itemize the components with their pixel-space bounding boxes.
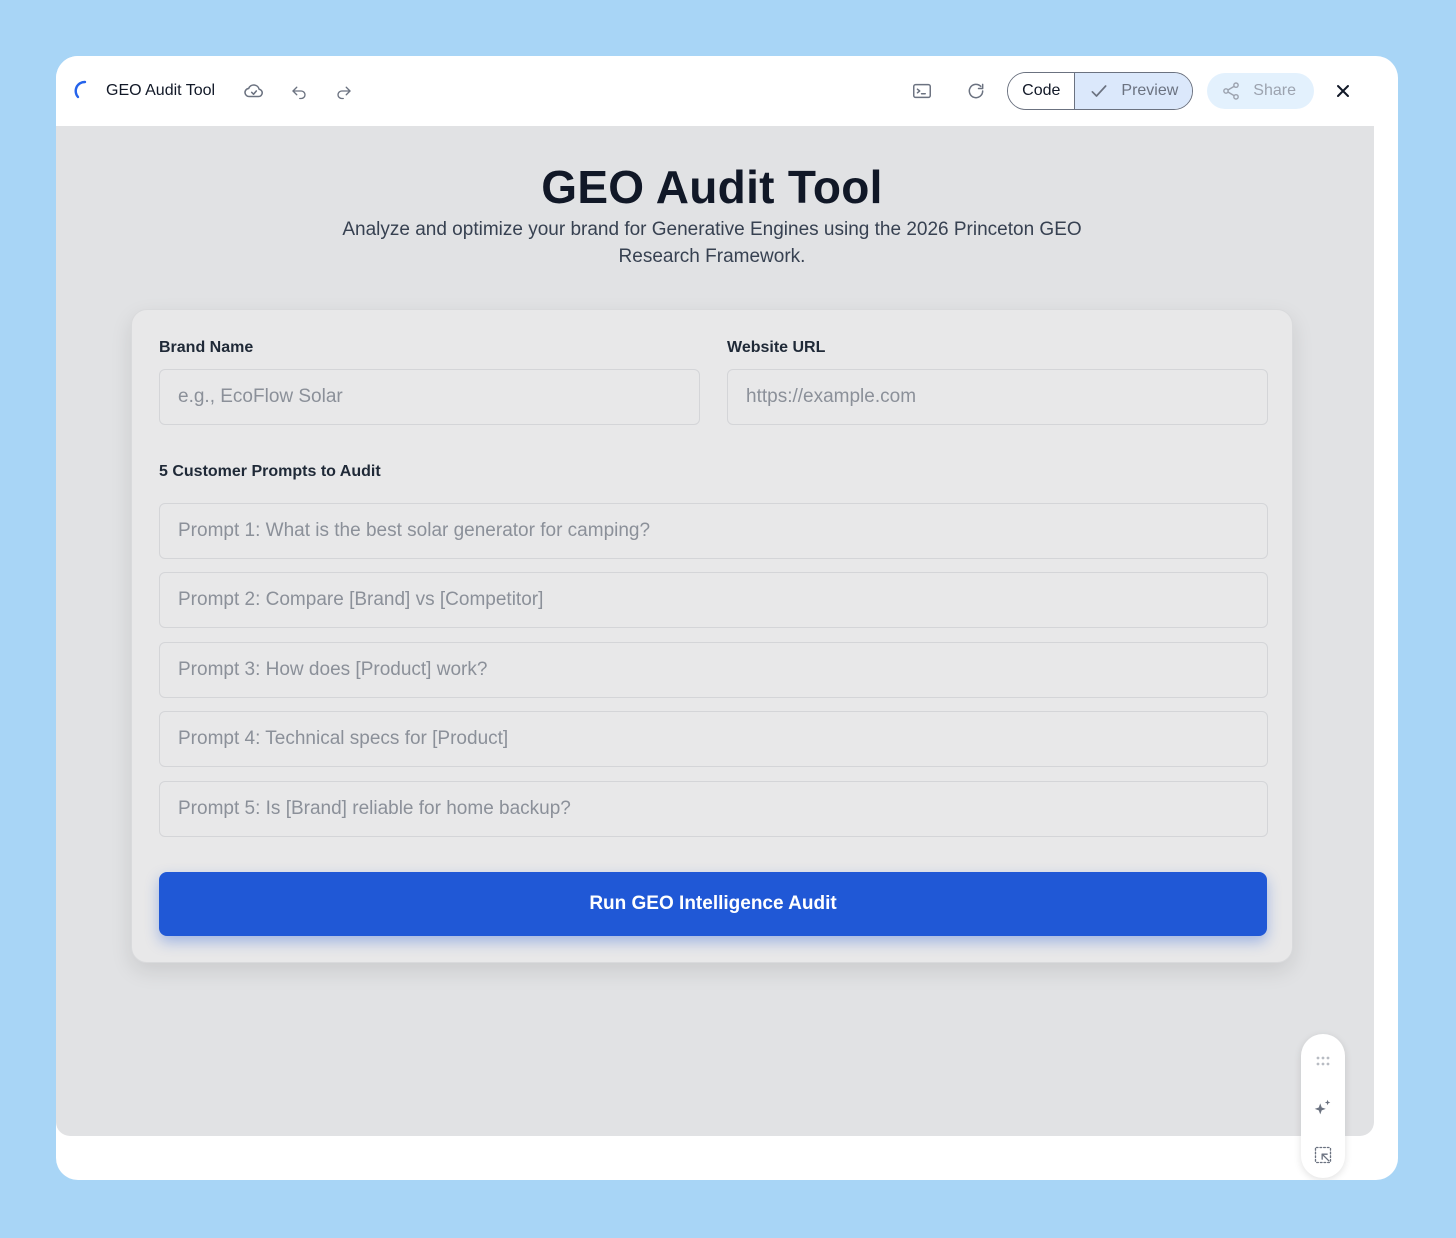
prompt-2-input[interactable] [159, 572, 1268, 628]
toolbar-left: GEO Audit Tool [74, 56, 374, 126]
refresh-icon[interactable] [961, 76, 991, 106]
audit-form-card: Brand Name Website URL 5 Customer Prompt… [131, 309, 1293, 963]
prompt-5-input[interactable] [159, 781, 1268, 837]
cloud-icon[interactable] [239, 76, 269, 106]
close-icon[interactable] [1328, 76, 1358, 106]
select-element-icon[interactable] [1301, 1138, 1345, 1172]
share-icon [1223, 82, 1240, 100]
top-toolbar: GEO Audit Tool Code Preview Share [56, 56, 1374, 126]
floating-toolbar [1301, 1034, 1345, 1178]
redo-icon[interactable] [329, 76, 359, 106]
prompt-4-input[interactable] [159, 711, 1268, 767]
drag-handle-icon[interactable] [1301, 1044, 1345, 1078]
loading-spinner-icon [74, 80, 96, 102]
sparkle-icon[interactable] [1301, 1091, 1345, 1125]
prompts-label: 5 Customer Prompts to Audit [159, 463, 381, 480]
prompt-1-input[interactable] [159, 503, 1268, 559]
prompt-3-input[interactable] [159, 642, 1268, 698]
run-audit-button[interactable]: Run GEO Intelligence Audit [159, 872, 1267, 936]
brand-name-label: Brand Name [159, 339, 254, 356]
website-url-label: Website URL [727, 339, 826, 356]
code-tab[interactable]: Code [1008, 73, 1076, 109]
undo-icon[interactable] [284, 76, 314, 106]
page-title: GEO Audit Tool [541, 161, 883, 213]
website-url-input[interactable] [727, 369, 1268, 425]
app-title: GEO Audit Tool [106, 82, 216, 99]
preview-tab-label: Preview [1121, 82, 1179, 99]
check-icon [1091, 85, 1107, 97]
app-window: GEO Audit Tool Code Preview Share GEO Au… [56, 56, 1398, 1180]
preview-pane: GEO Audit Tool Analyze and optimize your… [56, 126, 1374, 1178]
page-subtitle: Analyze and optimize your brand for Gene… [342, 219, 1082, 267]
preview-tab[interactable]: Preview [1075, 73, 1193, 109]
share-label: Share [1253, 82, 1296, 99]
view-toggle: Code Preview [1007, 72, 1194, 110]
terminal-icon[interactable] [907, 76, 937, 106]
toolbar-right: Code Preview Share [907, 56, 1358, 126]
brand-name-input[interactable] [159, 369, 700, 425]
share-button[interactable]: Share [1207, 73, 1314, 109]
